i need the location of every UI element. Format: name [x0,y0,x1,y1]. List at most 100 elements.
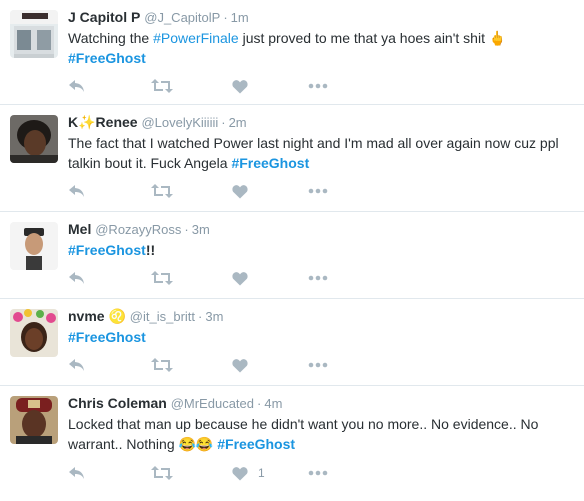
display-name[interactable]: nvme ♌ [68,308,126,324]
tweet-text-line: talkin bout it. Fuck Angela #FreeGhost [68,155,310,171]
timestamp[interactable]: 3m [205,309,223,324]
person-avatar-image [10,222,58,270]
handle[interactable]: @RozayyRoss [95,222,181,237]
more-button[interactable] [308,76,328,96]
more-button[interactable] [308,181,328,201]
more-icon [308,470,328,476]
tweet-actions [68,76,368,96]
display-name[interactable]: K✨Renee [68,114,138,130]
like-icon [232,466,248,480]
hashtag-link[interactable]: #FreeGhost [217,436,295,452]
retweet-button[interactable] [151,268,173,288]
timestamp[interactable]: 4m [264,396,282,411]
handle[interactable]: @it_is_britt [130,309,195,324]
tweet-text: The fact that I watched Power last night… [68,133,568,173]
tweet-text-line: #FreeGhost!! [68,242,156,258]
avatar[interactable] [10,396,58,444]
more-button[interactable] [308,355,328,375]
reply-button[interactable] [68,76,86,96]
reply-button[interactable] [68,463,86,483]
more-icon [308,362,328,368]
hashtag-link[interactable]: #PowerFinale [153,30,239,46]
tweet: K✨Renee @LovelyKiiiiii · 2m The fact that … [0,105,584,212]
like-button[interactable] [232,268,258,288]
retweet-icon [151,358,173,372]
timestamp[interactable]: 2m [229,115,247,130]
more-button[interactable] [308,463,328,483]
tweet-text: Locked that man up because he didn't wan… [68,414,568,454]
like-count: 1 [258,466,265,480]
timestamp[interactable]: 3m [192,222,210,237]
tweet: Mel @RozayyRoss · 3m #FreeGhost!! [0,212,584,299]
separator: · [223,10,228,25]
display-name[interactable]: Mel [68,221,91,237]
storefront-avatar-image [10,10,58,58]
retweet-button[interactable] [151,463,173,483]
like-button[interactable] [232,76,258,96]
reply-icon [69,185,84,197]
hashtag-link[interactable]: #FreeGhost [68,242,146,258]
separator: · [257,396,262,411]
more-icon [308,188,328,194]
avatar[interactable] [10,222,58,270]
handle[interactable]: @LovelyKiiiiii [141,115,218,130]
retweet-button[interactable] [151,76,173,96]
tweet-actions [68,355,368,375]
handle[interactable]: @J_CapitolP [144,10,220,25]
separator: · [198,309,203,324]
like-button[interactable] [232,181,258,201]
handle[interactable]: @MrEducated [171,396,254,411]
timestamp[interactable]: 1m [231,10,249,25]
person-avatar-image [10,396,58,444]
tweet-actions [68,181,368,201]
tweet-text-line: The fact that I watched Power last night… [68,135,559,151]
tweet-text: Watching the #PowerFinale just proved to… [68,28,568,68]
more-icon [308,275,328,281]
retweet-icon [151,271,173,285]
like-button[interactable] [232,355,258,375]
display-name[interactable]: J Capitol P [68,9,140,25]
retweet-button[interactable] [151,355,173,375]
avatar[interactable] [10,115,58,163]
like-icon [232,358,248,372]
tweet-text-line: #FreeGhost [68,327,568,347]
tweet-text: #FreeGhost [68,327,568,347]
like-icon [232,184,248,198]
hashtag-link[interactable]: #FreeGhost [68,50,146,66]
like-icon [232,271,248,285]
retweet-icon [151,184,173,198]
tweet-actions: 1 [68,463,368,483]
reply-icon [69,80,84,92]
tweet: J Capitol P @J_CapitolP · 1m Watching the … [0,0,584,105]
tweet-text-line: Locked that man up because he didn't wan… [68,416,539,432]
avatar[interactable] [10,10,58,58]
person-avatar-image [10,115,58,163]
tweet-text-line: Watching the #PowerFinale just proved to… [68,30,507,46]
like-icon [232,79,248,93]
tweet-text-line: warrant.. Nothing 😂😂 #FreeGhost [68,436,296,452]
reply-icon [69,272,84,284]
person-avatar-image [10,309,58,357]
more-icon [308,83,328,89]
hashtag-link[interactable]: #FreeGhost [231,155,309,171]
separator: · [221,115,226,130]
reply-button[interactable] [68,355,86,375]
tweet-text: #FreeGhost!! [68,240,568,260]
reply-button[interactable] [68,181,86,201]
avatar[interactable] [10,309,58,357]
more-button[interactable] [308,268,328,288]
retweet-icon [151,466,173,480]
tweet: Chris Coleman @MrEducated · 4m Locked that… [0,386,584,501]
tweet-actions [68,268,368,288]
retweet-button[interactable] [151,181,173,201]
like-button[interactable]: 1 [232,463,265,483]
separator: · [184,222,189,237]
reply-button[interactable] [68,268,86,288]
reply-icon [69,359,84,371]
reply-icon [69,467,84,479]
retweet-icon [151,79,173,93]
tweet: nvme ♌ @it_is_britt · 3m #FreeGhost [0,299,584,386]
hashtag-link[interactable]: #FreeGhost [68,329,146,345]
display-name[interactable]: Chris Coleman [68,395,167,411]
tweet-text-line: #FreeGhost [68,48,568,68]
